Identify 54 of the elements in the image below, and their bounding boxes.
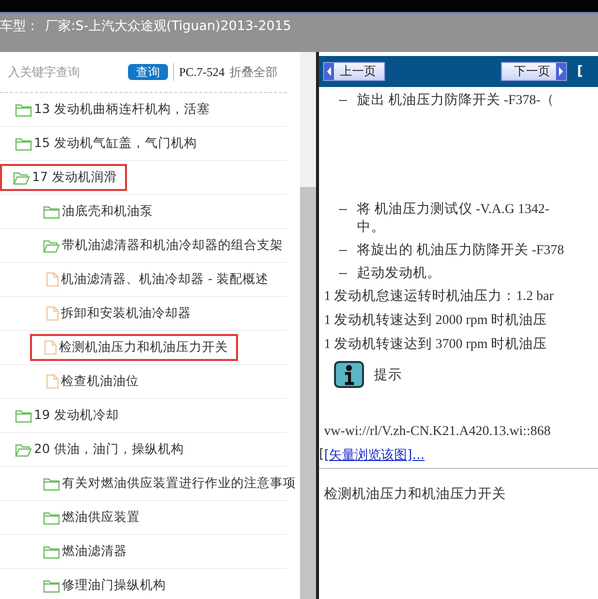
folder-icon bbox=[43, 544, 60, 558]
document-icon bbox=[44, 340, 57, 355]
spec-text: 1 发动机转速达到 3700 rpm 时机油压 bbox=[324, 335, 548, 353]
spec-text: 1 发动机怠速运转时机油压力：1.2 bar bbox=[324, 287, 555, 305]
tree-item[interactable]: 有关对燃油供应装置进行作业的注意事项 bbox=[30, 470, 300, 497]
open-folder-icon bbox=[13, 170, 30, 184]
tree-item[interactable]: 13 发动机曲柄连杆机构，活塞 bbox=[0, 96, 214, 123]
tree-item[interactable]: 15 发动机气缸盖，气门机构 bbox=[0, 130, 201, 157]
view-diagram-link[interactable]: [矢量浏览该图]... bbox=[324, 446, 425, 464]
bracket-text: [ bbox=[319, 446, 324, 464]
collapse-all-link[interactable]: 折叠全部 bbox=[230, 64, 278, 80]
tree-item[interactable]: 带机油滤清器和机油冷却器的组合支架 bbox=[30, 232, 287, 259]
scroll-thumb[interactable] bbox=[300, 187, 316, 599]
tree-item[interactable]: 燃油供应装置 bbox=[30, 504, 144, 531]
tree-item[interactable]: 17 发动机润滑 bbox=[0, 164, 127, 191]
tree-item[interactable]: 修理油门操纵机构 bbox=[30, 572, 170, 599]
info-icon bbox=[334, 361, 364, 388]
spec-text: 1 发动机转速达到 2000 rpm 时机油压 bbox=[324, 311, 548, 329]
tree-item[interactable]: 19 发动机冷却 bbox=[0, 402, 123, 429]
tree-item[interactable]: 油底壳和机油泵 bbox=[30, 198, 157, 225]
open-folder-icon bbox=[43, 238, 60, 252]
url-text: vw-wi://rl/V.zh-CN.K21.A420.13.wi::868 bbox=[324, 422, 552, 440]
section-heading: 检测机油压力和机油压力开关 bbox=[324, 485, 507, 503]
next-page-button[interactable]: 下一页 bbox=[501, 62, 567, 81]
tree-item[interactable]: 检查机油油位 bbox=[30, 368, 143, 395]
nav-link[interactable]: [ bbox=[577, 64, 583, 79]
step-text: 旋出 机油压力防降开关 -F378-（ bbox=[357, 91, 554, 109]
folder-icon bbox=[15, 102, 32, 116]
tree-item[interactable]: 燃油滤清器 bbox=[30, 538, 131, 565]
scrollbar[interactable] bbox=[300, 52, 316, 599]
step-text: 中。 bbox=[357, 218, 386, 236]
folder-icon bbox=[15, 136, 32, 150]
folder-icon bbox=[43, 510, 60, 524]
note-label: 提示 bbox=[374, 366, 402, 384]
tree-item[interactable]: 拆卸和安装机油冷却器 bbox=[30, 300, 195, 327]
open-folder-icon bbox=[15, 442, 32, 456]
document-icon bbox=[46, 374, 59, 389]
folder-icon bbox=[15, 408, 32, 422]
search-button[interactable]: 查询 bbox=[128, 64, 168, 80]
step-text: 将旋出的 机油压力防降开关 -F378 bbox=[357, 241, 564, 259]
model-label: 车型： bbox=[0, 18, 39, 35]
step-text: 起动发动机。 bbox=[357, 264, 441, 282]
tree-item[interactable]: 机油滤清器、机油冷却器 - 装配概述 bbox=[30, 266, 272, 293]
folder-icon bbox=[43, 204, 60, 218]
document-icon bbox=[46, 272, 59, 287]
page-code: PC.7-524 bbox=[179, 64, 225, 80]
folder-icon bbox=[43, 578, 60, 592]
step-text: 将 机油压力测试仪 -V.A.G 1342- bbox=[357, 200, 550, 218]
model-name: 厂家:S-上汽大众途观(Tiguan)2013-2015 bbox=[45, 18, 292, 35]
tree-item[interactable]: 检测机油压力和机油压力开关 bbox=[30, 334, 238, 361]
prev-page-button[interactable]: 上一页 bbox=[323, 62, 385, 81]
folder-icon bbox=[43, 476, 60, 490]
tree-item[interactable]: 20 供油，油门，操纵机构 bbox=[0, 436, 188, 463]
document-icon bbox=[46, 306, 59, 321]
